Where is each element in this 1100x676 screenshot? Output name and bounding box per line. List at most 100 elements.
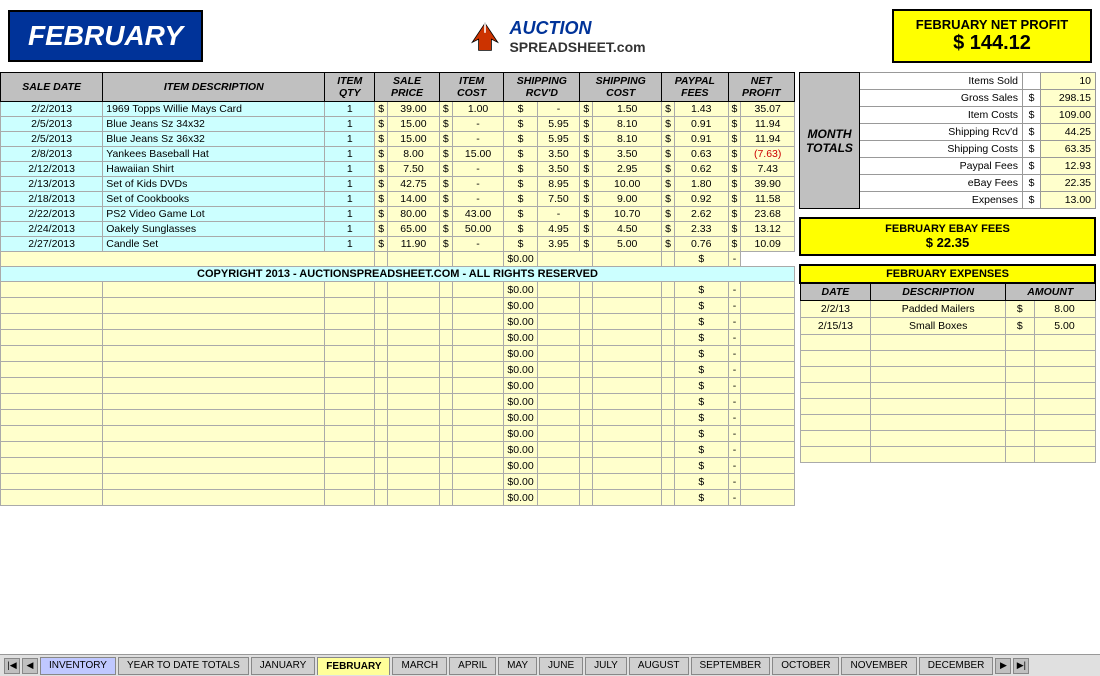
item-costs-value: 109.00 <box>1041 107 1096 124</box>
expenses-label: Expenses <box>860 192 1023 209</box>
empty-row: $0.00$- <box>1 394 795 410</box>
items-sold-value: 10 <box>1041 73 1096 90</box>
col-item-cost: ITEMCOST <box>439 73 504 102</box>
tab-may[interactable]: MAY <box>498 657 537 675</box>
col-paypal-fees: PAYPALFEES <box>662 73 728 102</box>
table-row: 2/24/2013Oakely Sunglasses1$65.00$50.00$… <box>1 222 795 237</box>
empty-row: $0.00$- <box>1 362 795 378</box>
expenses-col-headers: DATE DESCRIPTION AMOUNT <box>800 283 1095 301</box>
empty-row: $0.00$- <box>1 458 795 474</box>
empty-row: $0.00$- <box>1 330 795 346</box>
ebay-fees-label: eBay Fees <box>860 175 1023 192</box>
table-row: 2/5/2013Blue Jeans Sz 36x321$15.00$-$5.9… <box>1 132 795 147</box>
tab-october[interactable]: OCTOBER <box>772 657 839 675</box>
month-totals-table: MONTHTOTALS Items Sold 10 Gross Sales $ … <box>799 72 1096 209</box>
total-row: $0.00 $- <box>1 252 795 267</box>
logo-area: AUCTION SPREADSHEET.com <box>223 18 892 55</box>
shipping-costs-value: 63.35 <box>1041 141 1096 158</box>
tab-august[interactable]: AUGUST <box>629 657 689 675</box>
tab-september[interactable]: SEPTEMBER <box>691 657 771 675</box>
ebay-fees-box-label: FEBRUARY EBAY FEES <box>805 223 1090 235</box>
ebay-fees-value: 22.35 <box>1041 175 1096 192</box>
empty-expense-row <box>800 415 1095 431</box>
col-sale-date: SALE DATE <box>1 73 103 102</box>
tab-year-to-date-totals[interactable]: YEAR TO DATE TOTALS <box>118 657 249 675</box>
right-panel: MONTHTOTALS Items Sold 10 Gross Sales $ … <box>795 72 1100 654</box>
tab-june[interactable]: JUNE <box>539 657 583 675</box>
empty-expense-row <box>800 367 1095 383</box>
tab-nav-left-first[interactable]: |◀ <box>4 658 20 674</box>
empty-row: $0.00$- <box>1 282 795 298</box>
main-content: SALE DATE ITEM DESCRIPTION ITEMQTY SALEP… <box>0 72 1100 654</box>
tab-nav-right[interactable]: ▶ <box>995 658 1011 674</box>
expenses-col-date: DATE <box>800 283 871 301</box>
expenses-col-description: DESCRIPTION <box>871 283 1006 301</box>
empty-row: $0.00$- <box>1 442 795 458</box>
empty-row: $0.00$- <box>1 378 795 394</box>
empty-expense-row <box>800 383 1095 399</box>
tab-nav-left[interactable]: ◀ <box>22 658 38 674</box>
expenses-header-row: FEBRUARY EXPENSES <box>800 265 1095 283</box>
net-profit-label: FEBRUARY NET PROFIT <box>912 17 1072 32</box>
logo-text: AUCTION SPREADSHEET.com <box>509 18 645 55</box>
month-title: FEBRUARY <box>8 10 203 62</box>
table-row: 2/27/2013Candle Set1$11.90$-$3.95$5.00$0… <box>1 237 795 252</box>
main-table: SALE DATE ITEM DESCRIPTION ITEMQTY SALEP… <box>0 72 795 506</box>
expense-row: 2/2/13Padded Mailers$8.00 <box>800 301 1095 318</box>
tab-march[interactable]: MARCH <box>392 657 447 675</box>
table-header-row: SALE DATE ITEM DESCRIPTION ITEMQTY SALEP… <box>1 73 795 102</box>
items-sold-label: Items Sold <box>860 73 1023 90</box>
tab-nav-right-last[interactable]: ▶| <box>1013 658 1029 674</box>
expenses-value: 13.00 <box>1041 192 1096 209</box>
table-row: 2/5/2013Blue Jeans Sz 34x321$15.00$-$5.9… <box>1 117 795 132</box>
col-item-qty: ITEMQTY <box>325 73 375 102</box>
tab-february[interactable]: FEBRUARY <box>317 657 390 675</box>
empty-row: $0.00$- <box>1 410 795 426</box>
expenses-col-amount: AMOUNT <box>1006 283 1095 301</box>
tab-inventory[interactable]: INVENTORY <box>40 657 116 675</box>
table-row: 2/8/2013Yankees Baseball Hat1$8.00$15.00… <box>1 147 795 162</box>
tab-november[interactable]: NOVEMBER <box>841 657 916 675</box>
copyright-row: COPYRIGHT 2013 - AUCTIONSPREADSHEET.COM … <box>1 267 795 282</box>
empty-expense-row <box>800 335 1095 351</box>
tab-january[interactable]: JANUARY <box>251 657 316 675</box>
gross-sales-label: Gross Sales <box>860 90 1023 107</box>
expenses-box-label: FEBRUARY EXPENSES <box>800 265 1095 283</box>
tab-april[interactable]: APRIL <box>449 657 496 675</box>
table-row: 2/18/2013Set of Cookbooks1$14.00$-$7.50$… <box>1 192 795 207</box>
empty-expense-row <box>800 399 1095 415</box>
expenses-table: FEBRUARY EXPENSES DATE DESCRIPTION AMOUN… <box>799 264 1096 463</box>
top-header: FEBRUARY AUCTION SPREADSHEET.com FEBRUAR… <box>0 0 1100 72</box>
expense-row: 2/15/13Small Boxes$5.00 <box>800 318 1095 335</box>
col-shipping-rcvd: SHIPPINGRCV'D <box>504 73 580 102</box>
col-sale-price: SALEPRICE <box>375 73 440 102</box>
paypal-fees-label: Paypal Fees <box>860 158 1023 175</box>
table-row: 2/13/2013Set of Kids DVDs1$42.75$-$8.95$… <box>1 177 795 192</box>
empty-expense-row <box>800 351 1095 367</box>
paypal-fees-value: 12.93 <box>1041 158 1096 175</box>
table-row: 2/2/20131969 Topps Willie Mays Card1$39.… <box>1 102 795 117</box>
table-row: 2/12/2013Hawaiian Shirt1$7.50$-$3.50$2.9… <box>1 162 795 177</box>
ebay-fees-box: FEBRUARY EBAY FEES $ 22.35 <box>799 217 1096 256</box>
tab-july[interactable]: JULY <box>585 657 627 675</box>
empty-expense-row <box>800 447 1095 463</box>
empty-row: $0.00$- <box>1 298 795 314</box>
empty-row: $0.00$- <box>1 426 795 442</box>
ebay-fees-box-amount: $ 22.35 <box>805 235 1090 250</box>
item-costs-label: Item Costs <box>860 107 1023 124</box>
tab-bar: |◀ ◀ INVENTORYYEAR TO DATE TOTALSJANUARY… <box>0 654 1100 676</box>
table-row: 2/22/2013PS2 Video Game Lot1$80.00$43.00… <box>1 207 795 222</box>
gross-sales-value: 298.15 <box>1041 90 1096 107</box>
col-item-desc: ITEM DESCRIPTION <box>103 73 325 102</box>
left-table: SALE DATE ITEM DESCRIPTION ITEMQTY SALEP… <box>0 72 795 654</box>
net-profit-box: FEBRUARY NET PROFIT $ 144.12 <box>892 9 1092 63</box>
net-profit-amount: $ 144.12 <box>912 32 1072 55</box>
col-shipping-cost: SHIPPINGCOST <box>580 73 662 102</box>
shipping-rcvd-value: 44.25 <box>1041 124 1096 141</box>
tab-december[interactable]: DECEMBER <box>919 657 994 675</box>
logo-icon <box>469 20 501 52</box>
empty-expense-row <box>800 431 1095 447</box>
empty-row: $0.00$- <box>1 346 795 362</box>
month-totals-label: MONTHTOTALS <box>800 73 860 209</box>
empty-row: $0.00$- <box>1 474 795 490</box>
